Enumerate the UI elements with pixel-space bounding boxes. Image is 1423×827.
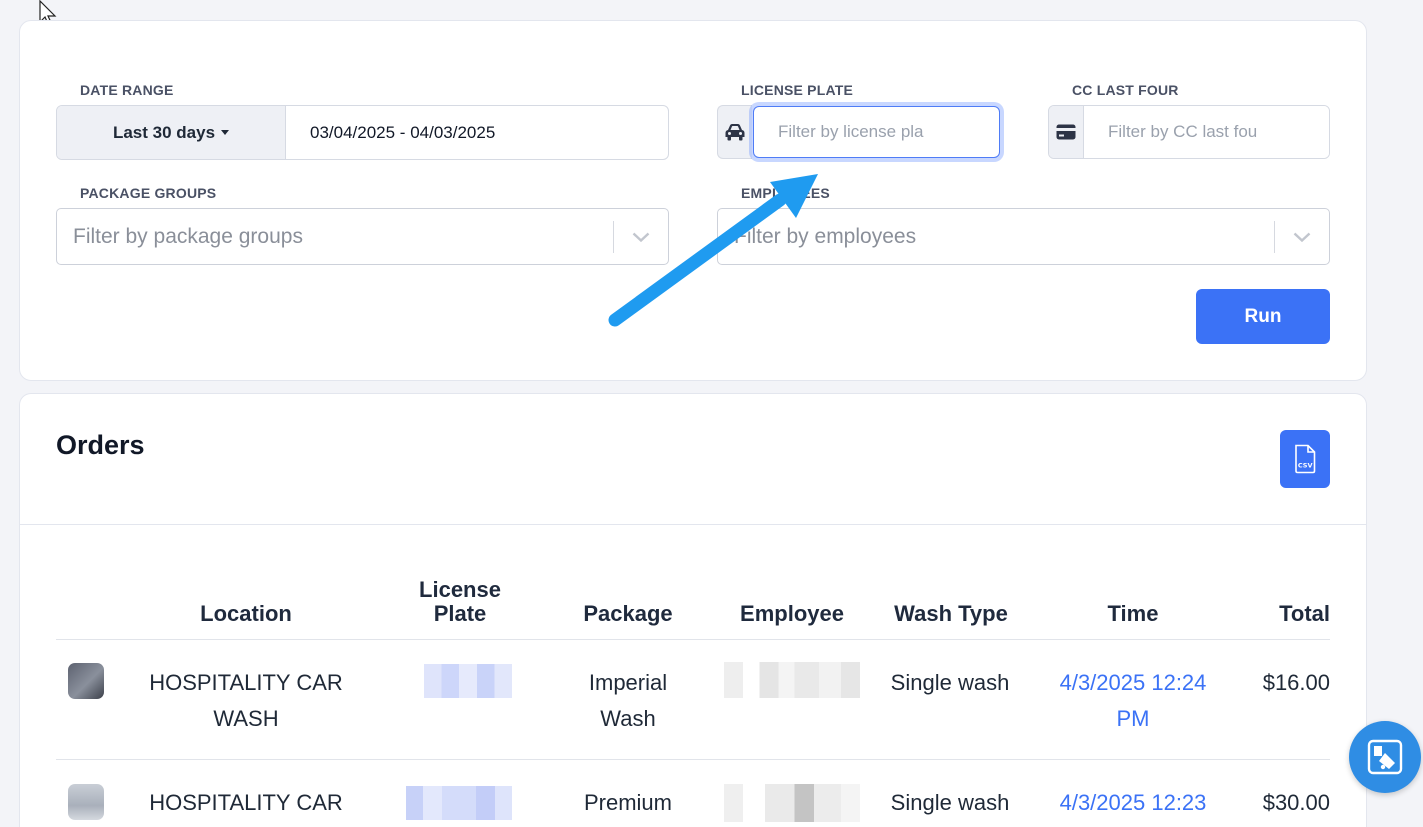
row-total: $30.00 — [1262, 790, 1330, 815]
cc-last-four-input[interactable] — [1084, 106, 1329, 158]
license-plate-group — [717, 105, 1001, 159]
row-location: HOSPITALITY CAR WASH — [149, 670, 343, 731]
row-time-link[interactable]: 4/3/2025 12:24 PM — [1046, 665, 1220, 737]
column-header-location[interactable]: Location — [190, 602, 302, 626]
package-groups-placeholder: Filter by package groups — [73, 224, 303, 248]
row-time-link[interactable]: 4/3/2025 12:23 — [1046, 785, 1220, 823]
employees-label: EMPLOYEES — [741, 185, 830, 201]
orders-title: Orders — [56, 430, 145, 460]
row-location: HOSPITALITY CAR WASH — [149, 790, 343, 815]
license-plate-redacted — [424, 664, 512, 698]
date-range-input[interactable]: 03/04/2025 - 04/03/2025 — [286, 106, 668, 159]
license-plate-addon — [717, 105, 752, 159]
car-icon — [725, 124, 745, 141]
chevron-down-icon[interactable] — [1275, 209, 1329, 264]
vehicle-thumbnail[interactable] — [68, 784, 104, 820]
filters-card — [19, 20, 1367, 381]
employee-redacted — [724, 662, 860, 698]
date-range-label: DATE RANGE — [80, 82, 174, 98]
license-plate-input[interactable] — [753, 106, 1000, 158]
vehicle-thumbnail[interactable] — [68, 663, 104, 699]
license-plate-label: LICENSE PLATE — [741, 82, 854, 98]
car-wash-icon — [1367, 739, 1403, 775]
date-range-group: Last 30 days 03/04/2025 - 04/03/2025 — [56, 105, 669, 160]
column-header-wash-type[interactable]: Wash Type — [880, 602, 1022, 626]
license-plate-redacted — [406, 786, 512, 820]
run-button[interactable]: Run — [1196, 289, 1330, 344]
employees-placeholder: Filter by employees — [734, 224, 917, 248]
table-header-line — [56, 639, 1330, 640]
column-header-total[interactable]: Total — [1248, 602, 1330, 626]
orders-header-divider — [20, 524, 1366, 525]
date-range-preset-label: Last 30 days — [112, 122, 216, 142]
export-csv-button[interactable]: CSV — [1280, 430, 1330, 488]
caret-down-icon — [221, 130, 230, 135]
csv-icon-label: CSV — [1298, 462, 1313, 470]
row-package: Premium — [583, 790, 672, 815]
row-total: $16.00 — [1262, 670, 1330, 695]
csv-file-icon: CSV — [1295, 444, 1316, 474]
date-range-preset-button[interactable]: Last 30 days — [57, 106, 286, 159]
row-package: Imperial Wash — [588, 670, 668, 731]
column-header-time[interactable]: Time — [1094, 602, 1172, 626]
cc-last-four-addon — [1049, 106, 1084, 158]
row-wash-type: Single wash — [890, 670, 1010, 695]
help-chat-button[interactable] — [1349, 721, 1421, 793]
cc-last-four-label: CC LAST FOUR — [1072, 82, 1179, 98]
package-groups-label: PACKAGE GROUPS — [80, 185, 217, 201]
chevron-down-icon[interactable] — [614, 209, 668, 264]
employee-redacted — [724, 784, 860, 822]
row-wash-type: Single wash — [890, 790, 1010, 815]
column-header-package[interactable]: Package — [570, 602, 686, 626]
table-row-line — [56, 759, 1330, 760]
credit-card-icon — [1056, 124, 1076, 140]
cc-last-four-group — [1048, 105, 1330, 159]
column-header-license-plate[interactable]: License Plate — [400, 578, 520, 626]
column-header-employee[interactable]: Employee — [728, 602, 856, 626]
employees-select[interactable]: Filter by employees — [717, 208, 1330, 265]
package-groups-select[interactable]: Filter by package groups — [56, 208, 669, 265]
